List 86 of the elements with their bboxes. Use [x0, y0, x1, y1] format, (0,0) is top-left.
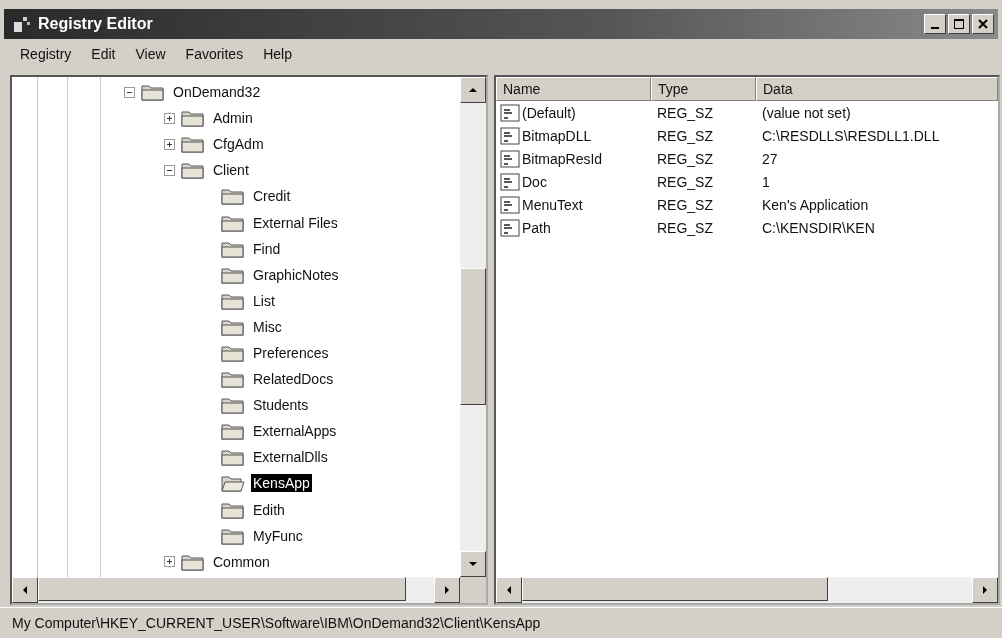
menu-item[interactable]: Edit	[91, 46, 116, 62]
down-arrow-icon	[469, 561, 477, 567]
value-type: REG_SZ	[656, 196, 714, 213]
column-header[interactable]: Type	[651, 77, 756, 101]
collapse-icon[interactable]	[124, 86, 135, 98]
tree-item[interactable]: Client	[211, 161, 251, 180]
string-value-icon	[500, 172, 520, 191]
tree-item[interactable]: MyFunc	[251, 526, 305, 545]
tree-item[interactable]: GraphicNotes	[251, 265, 341, 284]
folder-icon	[221, 343, 245, 363]
value-type: REG_SZ	[656, 104, 714, 121]
expand-icon[interactable]	[164, 556, 175, 568]
scrollbar-corner	[460, 577, 486, 603]
value-data: Ken's Application	[761, 196, 870, 213]
close-button[interactable]	[972, 14, 994, 34]
expand-icon[interactable]	[164, 112, 175, 124]
tree-item[interactable]: Students	[251, 396, 311, 415]
menu-item[interactable]: Registry	[20, 46, 72, 62]
folder-icon	[221, 395, 245, 416]
folder-icon	[181, 134, 205, 155]
folder-icon	[221, 369, 245, 390]
value-name[interactable]: MenuText	[522, 196, 583, 213]
value-data: 1	[761, 173, 771, 190]
string-value-icon	[500, 126, 520, 145]
folder-icon	[221, 421, 245, 442]
value-name[interactable]: BitmapResId	[522, 150, 603, 167]
folder-icon	[141, 82, 165, 103]
tree-item[interactable]: ExternalApps	[251, 422, 339, 441]
right-arrow-icon	[982, 586, 988, 594]
status-path: My Computer\HKEY_CURRENT_USER\Software\IBM\OnDemand32\Client\KensApp	[12, 615, 541, 631]
folder-icon	[221, 447, 245, 468]
folder-icon	[221, 186, 245, 207]
horizontal-scrollbar[interactable]	[12, 577, 486, 603]
tree-item[interactable]: Preferences	[251, 344, 331, 362]
menu-item[interactable]: View	[135, 46, 166, 62]
tree-item[interactable]: Misc	[251, 317, 284, 336]
tree-item[interactable]: Common	[211, 552, 272, 571]
tree-item[interactable]: External Files	[251, 213, 340, 232]
value-name[interactable]: Path	[522, 219, 551, 236]
value-data: (value not set)	[761, 104, 852, 121]
horizontal-scrollbar[interactable]	[496, 577, 998, 603]
string-value-icon	[500, 218, 520, 237]
maximize-button[interactable]	[948, 14, 970, 34]
value-type: REG_SZ	[656, 127, 714, 144]
value-data: C:\KENSDIR\KEN	[761, 219, 876, 236]
value-type: REG_SZ	[656, 150, 714, 167]
close-icon	[978, 19, 988, 29]
up-arrow-icon	[469, 87, 477, 93]
tree-item[interactable]: OnDemand32	[171, 83, 263, 102]
left-arrow-icon	[506, 586, 512, 594]
folder-icon	[181, 160, 205, 181]
value-type: REG_SZ	[656, 173, 714, 190]
tree-item[interactable]: Credit	[251, 187, 293, 206]
tree-item[interactable]: Admin	[211, 109, 255, 128]
string-value-icon	[500, 149, 520, 168]
value-type: REG_SZ	[656, 219, 714, 236]
string-value-icon	[500, 103, 520, 122]
tree-item[interactable]: ExternalDlls	[251, 448, 330, 467]
right-arrow-icon	[444, 586, 450, 594]
expand-icon[interactable]	[164, 138, 175, 150]
minimize-icon	[931, 26, 939, 29]
value-name[interactable]: Doc	[522, 173, 547, 190]
value-data: 27	[761, 150, 779, 167]
tree-item[interactable]: CfgAdm	[211, 135, 266, 154]
registry-cubes-icon	[12, 14, 32, 34]
menu-item[interactable]: Favorites	[185, 46, 244, 62]
window-title: Registry Editor	[38, 15, 154, 33]
left-arrow-icon	[22, 586, 28, 594]
folder-icon	[181, 108, 205, 129]
value-data: C:\RESDLLS\RESDLL1.DLL	[761, 127, 941, 144]
value-name[interactable]: BitmapDLL	[522, 127, 592, 144]
tree-item[interactable]: List	[251, 291, 277, 310]
tree-item[interactable]: Edith	[251, 500, 287, 519]
minimize-button[interactable]	[924, 14, 946, 34]
column-header[interactable]: Name	[496, 77, 651, 101]
tree-item[interactable]: Find	[251, 239, 283, 258]
string-value-icon	[500, 195, 520, 214]
tree-item[interactable]: KensApp	[251, 474, 312, 493]
menu-item[interactable]: Help	[263, 46, 292, 62]
open-folder-icon	[221, 473, 245, 494]
column-header[interactable]: Data	[756, 77, 998, 101]
vertical-scrollbar[interactable]	[460, 77, 486, 577]
tree-item[interactable]: RelatedDocs	[251, 370, 336, 389]
maximize-icon	[954, 19, 964, 29]
value-name[interactable]: (Default)	[522, 104, 576, 121]
collapse-icon[interactable]	[164, 164, 175, 176]
